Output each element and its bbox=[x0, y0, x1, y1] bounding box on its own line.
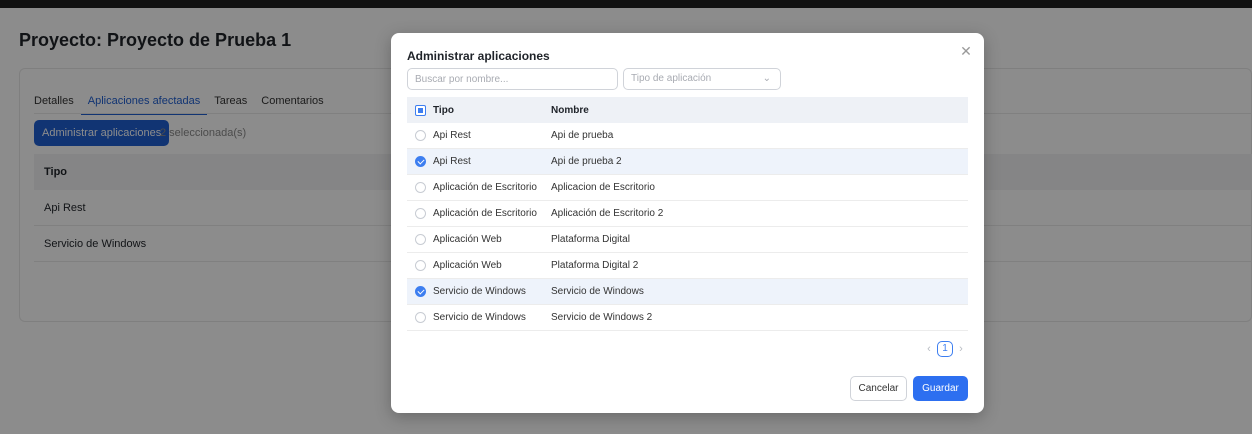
row-checkbox[interactable] bbox=[414, 312, 426, 323]
table-row[interactable]: Aplicación Web Plataforma Digital 2 bbox=[407, 253, 968, 279]
table-row[interactable]: Api Rest Api de prueba bbox=[407, 123, 968, 149]
row-tipo: Aplicación Web bbox=[433, 234, 502, 245]
dialog-title: Administrar aplicaciones bbox=[407, 49, 550, 63]
row-checkbox[interactable] bbox=[414, 182, 426, 193]
row-checkbox[interactable] bbox=[414, 260, 426, 271]
row-checkbox[interactable] bbox=[414, 208, 426, 219]
row-tipo: Aplicación de Escritorio bbox=[433, 182, 537, 193]
row-tipo: Servicio de Windows bbox=[433, 312, 526, 323]
type-select-placeholder: Tipo de aplicación bbox=[631, 73, 712, 84]
save-button[interactable]: Guardar bbox=[913, 376, 968, 401]
row-tipo: Api Rest bbox=[433, 156, 471, 167]
row-tipo: Api Rest bbox=[433, 130, 471, 141]
search-input[interactable] bbox=[407, 68, 618, 90]
row-checkbox[interactable] bbox=[414, 130, 426, 141]
chevron-down-icon: ⌄ bbox=[762, 73, 771, 84]
row-nombre: Api de prueba 2 bbox=[551, 156, 622, 167]
row-nombre: Plataforma Digital 2 bbox=[551, 260, 639, 271]
close-icon[interactable]: ✕ bbox=[958, 43, 974, 59]
next-page-button[interactable]: › bbox=[956, 343, 966, 355]
table-row[interactable]: Servicio de Windows Servicio de Windows 2 bbox=[407, 305, 968, 331]
row-tipo: Aplicación Web bbox=[433, 260, 502, 271]
top-bar bbox=[0, 0, 1252, 8]
application-type-select[interactable]: Tipo de aplicación ⌄ bbox=[623, 68, 781, 90]
page-1-button[interactable]: 1 bbox=[937, 341, 953, 357]
prev-page-button[interactable]: ‹ bbox=[924, 343, 934, 355]
cancel-button[interactable]: Cancelar bbox=[850, 376, 907, 401]
table-row[interactable]: Aplicación de Escritorio Aplicación de Es… bbox=[407, 201, 968, 227]
column-header-tipo: Tipo bbox=[433, 104, 454, 116]
row-nombre: Aplicación de Escritorio 2 bbox=[551, 208, 664, 219]
row-tipo: Servicio de Windows bbox=[433, 286, 526, 297]
table-row[interactable]: Aplicación de Escritorio Aplicacion de Es… bbox=[407, 175, 968, 201]
row-checkbox[interactable] bbox=[414, 286, 426, 297]
table-row[interactable]: Servicio de Windows Servicio de Windows bbox=[407, 279, 968, 305]
row-nombre: Aplicacion de Escritorio bbox=[551, 182, 655, 193]
table-header-row: Tipo Nombre bbox=[407, 97, 968, 123]
column-header-nombre: Nombre bbox=[551, 104, 589, 116]
pagination: ‹ 1 › bbox=[924, 340, 966, 358]
row-nombre: Api de prueba bbox=[551, 130, 614, 141]
row-tipo: Aplicación de Escritorio bbox=[433, 208, 537, 219]
manage-applications-dialog: Administrar aplicaciones ✕ Tipo de aplic… bbox=[391, 33, 984, 413]
applications-selection-table: Tipo Nombre Api Rest Api de prueba Api Res… bbox=[407, 97, 968, 331]
row-checkbox[interactable] bbox=[414, 156, 426, 167]
table-row[interactable]: Aplicación Web Plataforma Digital bbox=[407, 227, 968, 253]
row-nombre: Servicio de Windows 2 bbox=[551, 312, 653, 323]
select-all-checkbox[interactable] bbox=[414, 104, 426, 116]
table-row[interactable]: Api Rest Api de prueba 2 bbox=[407, 149, 968, 175]
row-nombre: Plataforma Digital bbox=[551, 234, 630, 245]
row-checkbox[interactable] bbox=[414, 234, 426, 245]
row-nombre: Servicio de Windows bbox=[551, 286, 644, 297]
